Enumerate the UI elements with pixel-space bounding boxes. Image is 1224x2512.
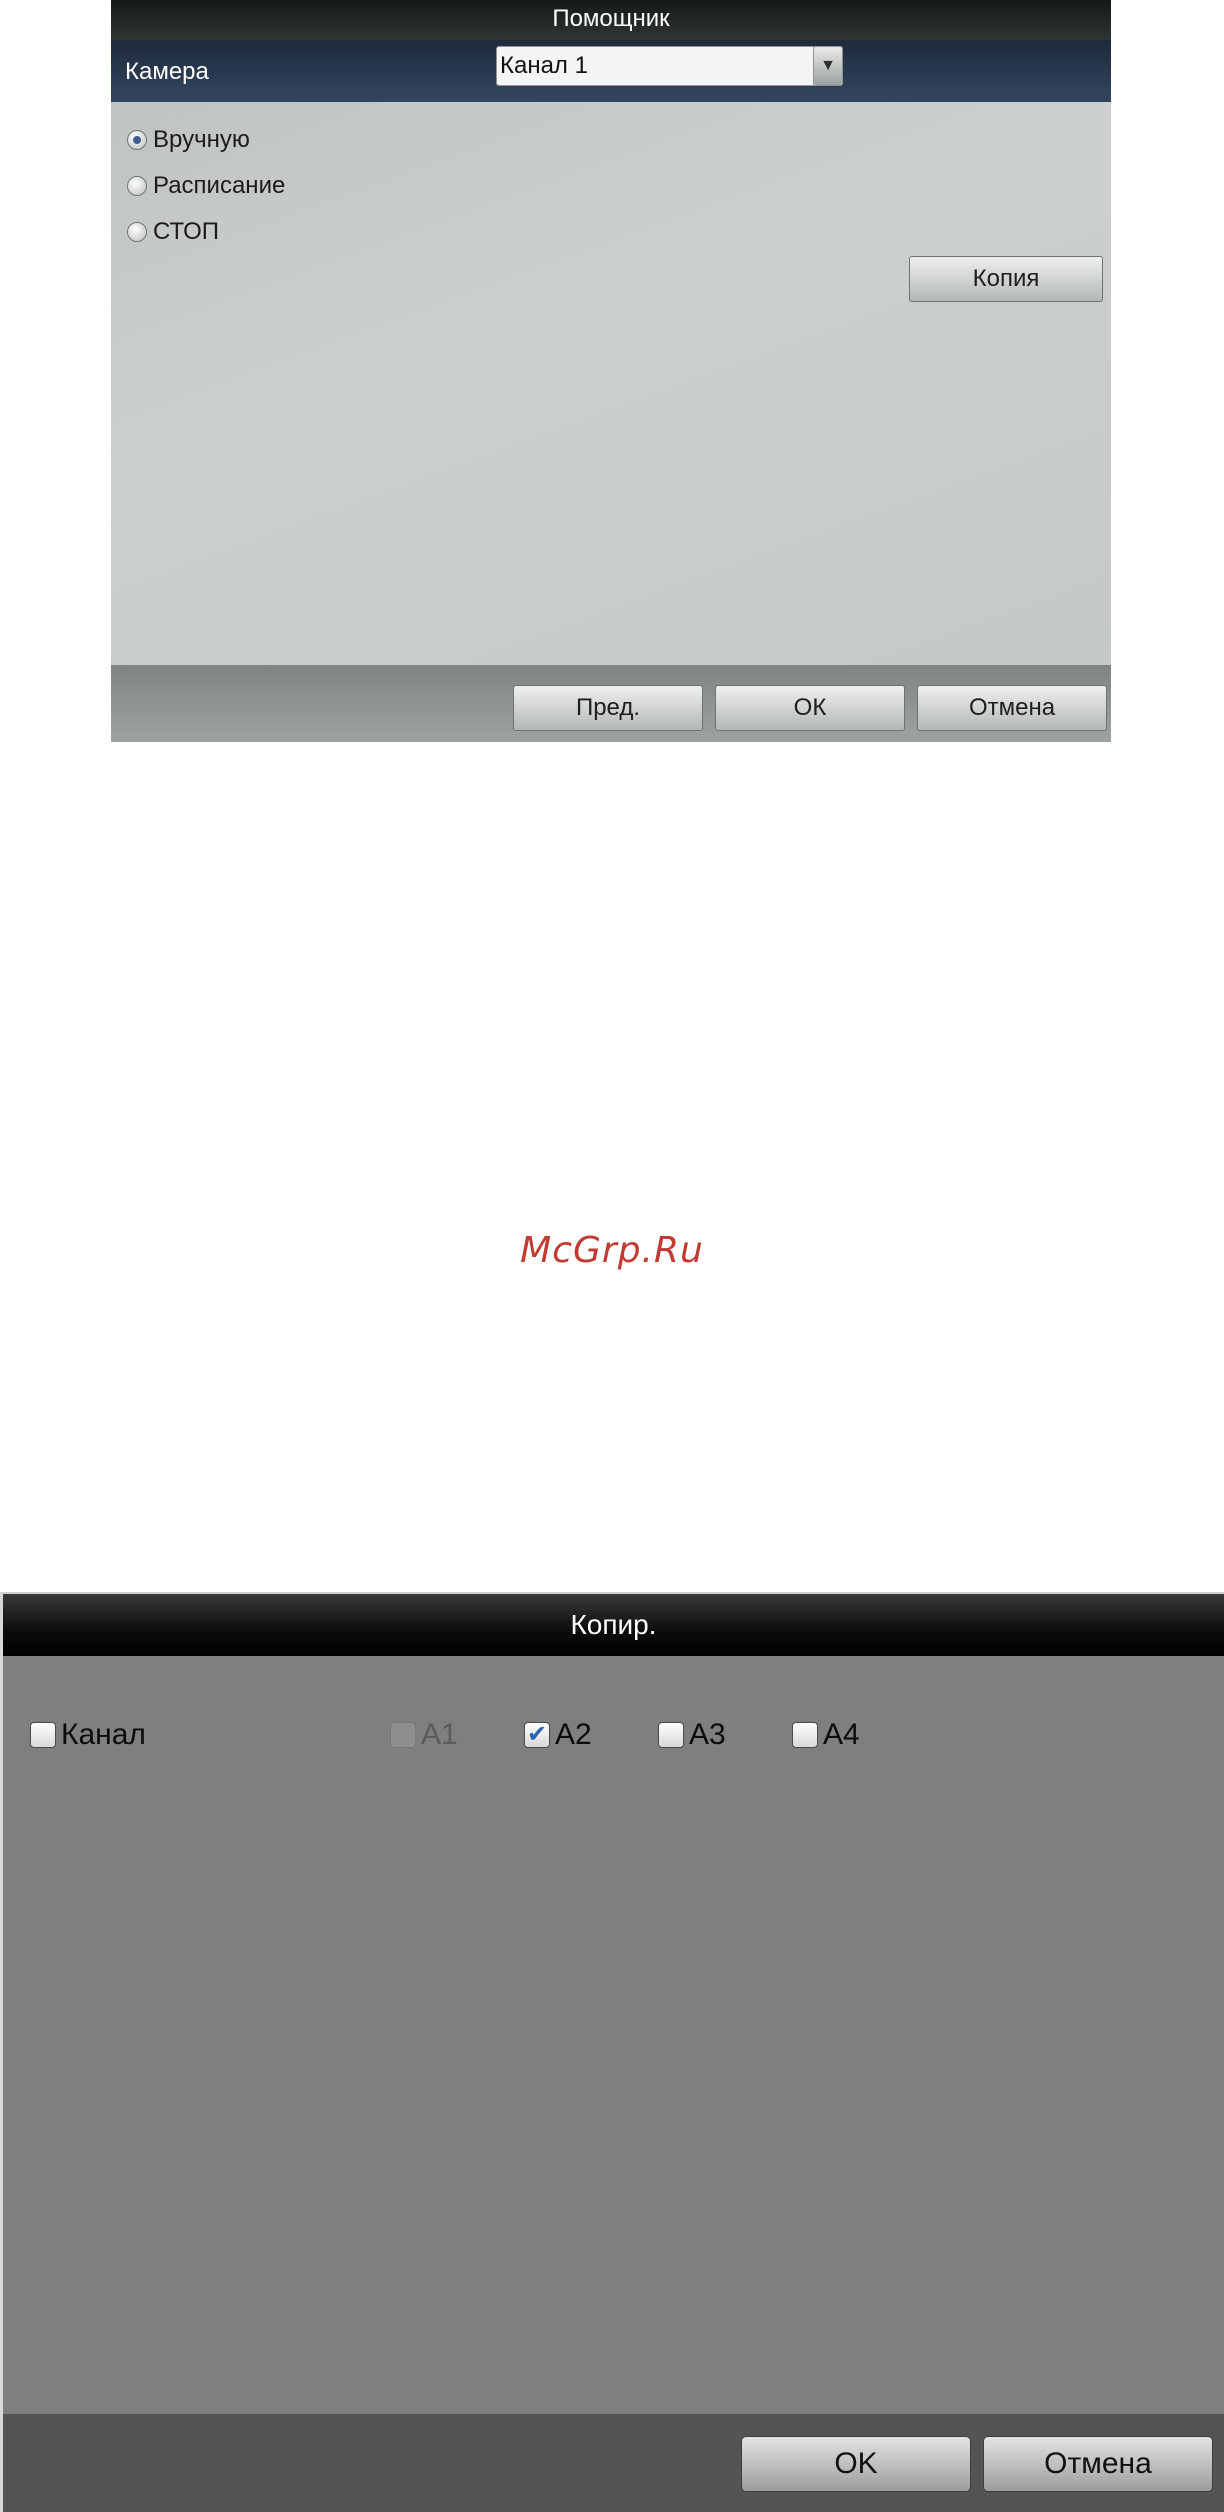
wizard-footer: Пред. ОК Отмена	[111, 665, 1111, 742]
checkbox-disabled-icon	[390, 1722, 416, 1748]
copy-dialog-footer: OK Отмена	[3, 2414, 1224, 2512]
channel-a3-checkbox[interactable]: A3	[658, 1718, 726, 1752]
channel-all-checkbox[interactable]: Канал	[30, 1718, 146, 1752]
camera-row: Камера Канал 1 ▼	[111, 40, 1111, 102]
channel-a4-checkbox[interactable]: A4	[792, 1718, 860, 1752]
mode-radio-manual[interactable]: Вручную	[127, 126, 250, 154]
mode-radio-stop[interactable]: СТОП	[127, 218, 219, 246]
cancel-button[interactable]: Отмена	[917, 685, 1107, 731]
channel-a4-label: A4	[823, 1718, 860, 1751]
radio-icon[interactable]	[127, 222, 147, 242]
mode-label-stop: СТОП	[153, 218, 220, 245]
checkbox-icon[interactable]	[30, 1722, 56, 1748]
radio-icon[interactable]	[127, 176, 147, 196]
copy-cancel-button[interactable]: Отмена	[983, 2436, 1213, 2492]
mode-label-manual: Вручную	[153, 126, 250, 153]
radio-selected-icon[interactable]	[127, 130, 147, 150]
wizard-title: Помощник	[111, 0, 1111, 40]
copy-ok-button[interactable]: OK	[741, 2436, 971, 2492]
camera-select-value: Канал 1	[500, 52, 588, 79]
camera-select[interactable]: Канал 1 ▼	[496, 46, 843, 86]
channel-all-label: Канал	[61, 1718, 146, 1751]
watermark-text: McGrp.Ru	[520, 1230, 704, 1271]
channel-a1-label: A1	[421, 1718, 458, 1751]
copy-dialog-title: Копир.	[3, 1592, 1224, 1656]
ok-button[interactable]: ОК	[715, 685, 905, 731]
copy-dialog: Копир. Канал A1 ✔ A2 A3 A4 OK Отмена	[0, 1592, 1224, 2512]
mode-radio-schedule[interactable]: Расписание	[127, 172, 285, 200]
copy-button[interactable]: Копия	[909, 256, 1103, 302]
mode-label-schedule: Расписание	[153, 172, 286, 199]
channel-a2-checkbox[interactable]: ✔ A2	[524, 1718, 592, 1752]
wizard-dialog: Помощник Камера Канал 1 ▼ Вручную Распис…	[111, 0, 1111, 742]
camera-label: Камера	[125, 58, 209, 85]
prev-button[interactable]: Пред.	[513, 685, 703, 731]
chevron-down-icon[interactable]: ▼	[813, 46, 843, 86]
checkbox-icon[interactable]	[792, 1722, 818, 1748]
checkbox-checked-icon[interactable]: ✔	[524, 1722, 550, 1748]
channel-a2-label: A2	[555, 1718, 592, 1751]
checkbox-icon[interactable]	[658, 1722, 684, 1748]
channel-a1-checkbox: A1	[390, 1718, 458, 1752]
channel-a3-label: A3	[689, 1718, 726, 1751]
wizard-body: Вручную Расписание СТОП Копия	[111, 102, 1111, 665]
